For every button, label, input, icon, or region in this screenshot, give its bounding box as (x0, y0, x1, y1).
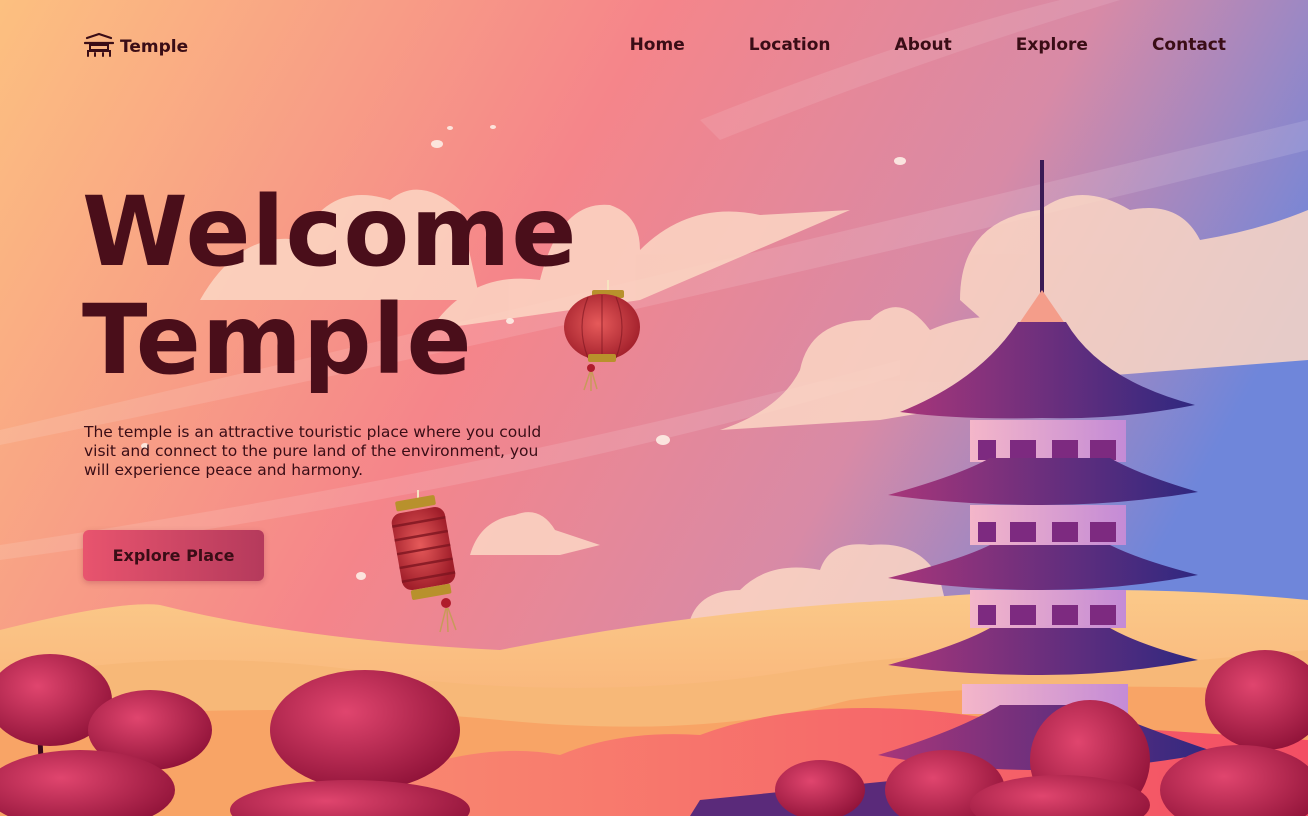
hero-title-line-1: Welcome (82, 176, 578, 288)
explore-place-button[interactable]: Explore Place (83, 530, 264, 581)
nav-link-contact[interactable]: Contact (1152, 35, 1226, 55)
brand-name: Temple (120, 37, 189, 57)
nav-links: Home Location About Explore Contact (566, 35, 1226, 55)
nav-link-location[interactable]: Location (749, 35, 831, 55)
hero-title-line-2: Temple (82, 284, 473, 396)
hero-description: The temple is an attractive touristic pl… (84, 423, 542, 479)
nav-link-home[interactable]: Home (630, 35, 685, 55)
nav-link-explore[interactable]: Explore (1016, 35, 1088, 55)
hero-title: Welcome Temple (82, 178, 577, 394)
top-nav: Temple Home Location About Explore Conta… (0, 30, 1308, 62)
brand-logo[interactable]: Temple (83, 32, 189, 62)
nav-link-about[interactable]: About (895, 35, 952, 55)
temple-icon (83, 32, 115, 62)
background-illustration (0, 0, 1308, 816)
